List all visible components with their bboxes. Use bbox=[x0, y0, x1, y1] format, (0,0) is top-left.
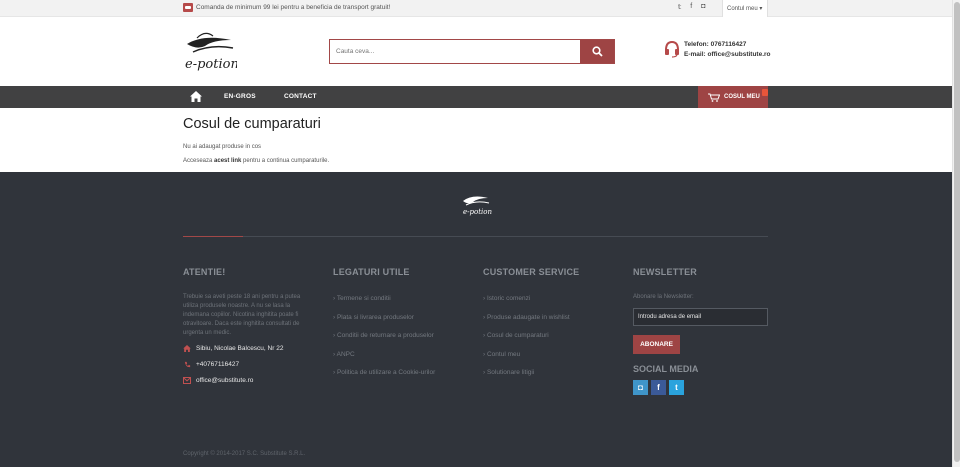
continue-shopping-hint: Acceseaza acest link pentru a continua c… bbox=[183, 158, 329, 164]
search-input[interactable] bbox=[330, 40, 580, 63]
footer-address: Sibiu, Nicolae Balcescu, Nr 22 bbox=[183, 345, 283, 352]
search-bar bbox=[329, 39, 615, 64]
hint-prefix: Acceseaza bbox=[183, 158, 215, 164]
top-bar: Comanda de minimum 99 lei pentru a benef… bbox=[0, 0, 952, 17]
footer-logo[interactable]: e-potion bbox=[460, 191, 492, 219]
cart-icon bbox=[708, 93, 720, 102]
phone-icon bbox=[183, 361, 191, 368]
site-logo[interactable]: e-potion bbox=[183, 30, 237, 74]
footer-link-wishlist[interactable]: › Produse adaugate in wishlist bbox=[483, 314, 570, 321]
footer-link-payment-delivery[interactable]: › Plata si livrarea produselor bbox=[333, 314, 414, 321]
footer-link-cart[interactable]: › Cosul de cumparaturi bbox=[483, 332, 549, 339]
customer-service-title: CUSTOMER SERVICE bbox=[483, 267, 580, 277]
continue-shopping-link[interactable]: acest link bbox=[214, 158, 241, 164]
instagram-icon[interactable]: ◘ bbox=[701, 3, 705, 11]
newsletter-title: NEWSLETTER bbox=[633, 267, 697, 277]
social-media-title: SOCIAL MEDIA bbox=[633, 364, 699, 374]
search-button[interactable] bbox=[580, 40, 614, 63]
useful-links-title: LEGATURI UTILE bbox=[333, 267, 410, 277]
header-contact: Telefon: 0767116427 E-mail: office@subst… bbox=[664, 40, 771, 60]
footer-link-anpc[interactable]: › ANPC bbox=[333, 351, 355, 358]
cart-count-badge bbox=[762, 89, 768, 96]
footer-address-text: Sibiu, Nicolae Balcescu, Nr 22 bbox=[196, 345, 284, 352]
twitter-icon[interactable]: t bbox=[669, 380, 684, 395]
footer-link-order-history[interactable]: › Istoric comenzi bbox=[483, 295, 530, 302]
footer-link-terms[interactable]: › Termene si conditii bbox=[333, 295, 391, 302]
svg-text:e-potion: e-potion bbox=[463, 208, 492, 216]
nav-item-contact[interactable]: CONTACT bbox=[284, 93, 317, 100]
twitter-icon[interactable]: 𝕥 bbox=[678, 3, 681, 11]
home-icon bbox=[183, 345, 191, 352]
footer-link-account[interactable]: › Contul meu bbox=[483, 351, 520, 358]
footer-email: office@substitute.ro bbox=[183, 377, 253, 384]
hint-suffix: pentru a continua cumparaturile. bbox=[241, 158, 330, 164]
headset-icon bbox=[665, 40, 679, 58]
subscribe-button[interactable]: ABONARE bbox=[633, 335, 680, 354]
shipping-notice: Comanda de minimum 99 lei pentru a benef… bbox=[183, 3, 390, 12]
main-navigation: EN-GROS CONTACT COSUL MEU bbox=[0, 86, 952, 108]
top-social-links: 𝕥 f ◘ bbox=[678, 3, 705, 11]
footer-phone: +40767116427 bbox=[183, 361, 239, 368]
facebook-icon[interactable]: f bbox=[651, 380, 666, 395]
header-phone: Telefon: 0767116427 bbox=[684, 41, 747, 48]
shipping-notice-text: Comanda de minimum 99 lei pentru a benef… bbox=[196, 4, 391, 11]
footer-link-cookies[interactable]: › Politica de utilizare a Cookie-urilor bbox=[333, 369, 435, 376]
footer-link-disputes[interactable]: › Solutionare litigii bbox=[483, 369, 534, 376]
instagram-icon[interactable]: ◘ bbox=[633, 380, 648, 395]
cart-button[interactable]: COSUL MEU bbox=[698, 86, 768, 108]
facebook-icon[interactable]: f bbox=[690, 3, 692, 11]
truck-icon bbox=[183, 3, 193, 12]
footer: e-potion ATENTIE! Trebuie sa aveti peste… bbox=[0, 172, 952, 467]
scrollbar-thumb[interactable] bbox=[954, 2, 960, 462]
age-warning-text: Trebuie sa aveti peste 18 ani pentru a p… bbox=[183, 294, 301, 336]
page-title: Cosul de cumparaturi bbox=[183, 116, 321, 132]
copyright: Copyright © 2014-2017 S.C. Substitute S.… bbox=[183, 451, 306, 457]
search-icon bbox=[591, 46, 603, 57]
newsletter-label: Abonare la Newsletter: bbox=[633, 294, 694, 300]
empty-cart-message: Nu ai adaugat produse in cos bbox=[183, 144, 262, 150]
cart-label: COSUL MEU bbox=[724, 94, 760, 100]
header-email[interactable]: E-mail: office@substitute.ro bbox=[684, 50, 771, 60]
account-dropdown[interactable]: Contul meu ▾ bbox=[722, 0, 768, 17]
footer-link-returns[interactable]: › Conditii de returnare a produselor bbox=[333, 332, 434, 339]
envelope-icon bbox=[183, 377, 191, 384]
page-scrollbar[interactable] bbox=[952, 0, 960, 467]
footer-divider-accent bbox=[183, 236, 243, 237]
footer-divider bbox=[183, 236, 768, 237]
svg-text:e-potion: e-potion bbox=[185, 57, 237, 72]
attention-title: ATENTIE! bbox=[183, 267, 226, 277]
home-icon[interactable] bbox=[190, 91, 202, 102]
nav-item-en-gros[interactable]: EN-GROS bbox=[224, 93, 256, 100]
footer-phone-text: +40767116427 bbox=[196, 361, 240, 368]
footer-email-text[interactable]: office@substitute.ro bbox=[196, 377, 253, 384]
newsletter-email-input[interactable]: Introdu adresa de email bbox=[633, 308, 768, 326]
